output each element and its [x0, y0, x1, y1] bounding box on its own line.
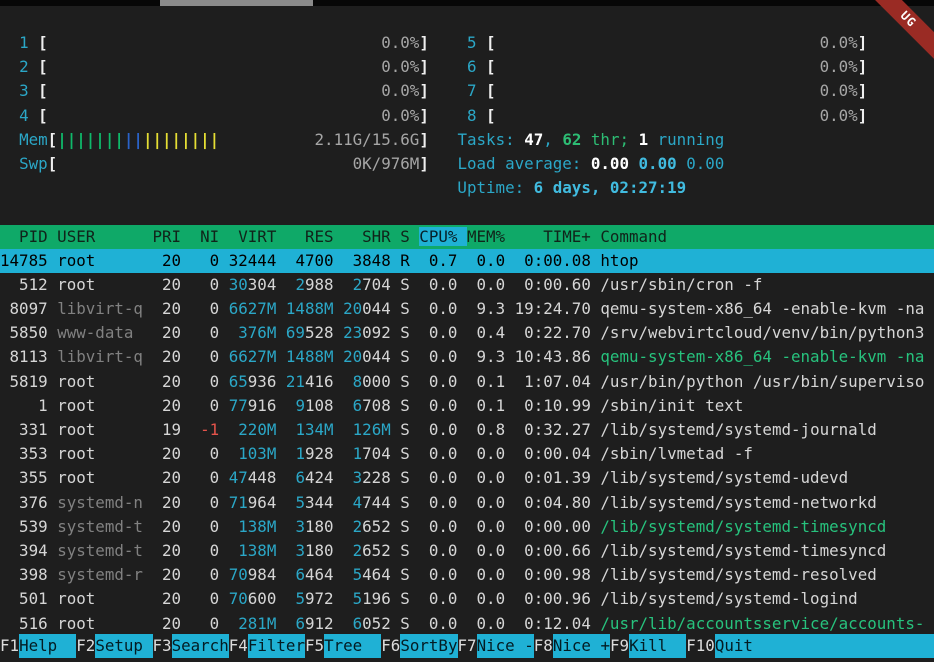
terminal-content: 1 [ 0.0%] 5 [ 0.0%] 2 [ 0.0%] 6 [ 0.0%] … — [0, 31, 934, 636]
fkey-key: F1 — [0, 634, 19, 658]
process-row[interactable]: 331 root 19 -1 220M 134M 126M S 0.0 0.8 … — [0, 418, 934, 442]
fkey-key: F9 — [610, 634, 629, 658]
uptime-row: Uptime: 6 days, 02:27:19 — [0, 176, 934, 200]
process-table-header[interactable]: PID USER PRI NI VIRT RES SHR S CPU% MEM%… — [0, 225, 934, 249]
sort-column-cpu[interactable]: CPU% — [419, 227, 467, 246]
fkey-f2[interactable]: F2Setup — [76, 634, 152, 658]
fkey-f4[interactable]: F4Filter — [229, 634, 305, 658]
fkey-f1[interactable]: F1Help — [0, 634, 76, 658]
process-row[interactable]: 1 root 20 0 77916 9108 6708 S 0.0 0.1 0:… — [0, 394, 934, 418]
fkey-label: Quit — [715, 634, 934, 658]
process-row[interactable]: 355 root 20 0 47448 6424 3228 S 0.0 0.0 … — [0, 466, 934, 490]
fkey-label: Filter — [248, 634, 305, 658]
fkey-label: SortBy — [400, 634, 457, 658]
fkey-f9[interactable]: F9Kill — [610, 634, 686, 658]
terminal-tab-remnant — [160, 0, 313, 6]
fkey-f5[interactable]: F5Tree — [305, 634, 381, 658]
cpu-meter-row-3: 3 [ 0.0%] 7 [ 0.0%] — [0, 79, 934, 103]
process-table: 14785 root 20 0 32444 4700 3848 R 0.7 0.… — [0, 249, 934, 636]
meter-area: 1 [ 0.0%] 5 [ 0.0%] 2 [ 0.0%] 6 [ 0.0%] … — [0, 31, 934, 200]
fkey-key: F3 — [153, 634, 172, 658]
process-row[interactable]: 516 root 20 0 281M 6912 6052 S 0.0 0.0 0… — [0, 612, 934, 636]
fkey-key: F7 — [458, 634, 477, 658]
fkey-label: Kill — [629, 634, 686, 658]
fkey-key: F8 — [534, 634, 553, 658]
process-row[interactable]: 501 root 20 0 70600 5972 5196 S 0.0 0.0 … — [0, 587, 934, 611]
window-top-strip — [0, 0, 934, 6]
fkey-f6[interactable]: F6SortBy — [381, 634, 457, 658]
fkey-label: Nice - — [477, 634, 534, 658]
fkey-f8[interactable]: F8Nice + — [534, 634, 610, 658]
process-row[interactable]: 512 root 20 0 30304 2988 2704 S 0.0 0.0 … — [0, 273, 934, 297]
cpu-meter-row-4: 4 [ 0.0%] 8 [ 0.0%] — [0, 104, 934, 128]
fkey-key: F2 — [76, 634, 95, 658]
fkey-f10[interactable]: F10Quit — [686, 634, 934, 658]
process-row[interactable]: 353 root 20 0 103M 1928 1704 S 0.0 0.0 0… — [0, 442, 934, 466]
fkey-key: F10 — [686, 634, 715, 658]
process-row[interactable]: 539 systemd-t 20 0 138M 3180 2652 S 0.0 … — [0, 515, 934, 539]
process-row[interactable]: 8097 libvirt-q 20 0 6627M 1488M 20044 S … — [0, 297, 934, 321]
blank-line — [0, 200, 934, 224]
cpu-meter-row-2: 2 [ 0.0%] 6 [ 0.0%] — [0, 55, 934, 79]
process-row[interactable]: 8113 libvirt-q 20 0 6627M 1488M 20044 S … — [0, 345, 934, 369]
fkey-f3[interactable]: F3Search — [153, 634, 229, 658]
swp-meter-load-row: Swp[ 0K/976M] Load average: 0.00 0.00 0.… — [0, 152, 934, 176]
fkey-label: Nice + — [553, 634, 610, 658]
process-row-selected[interactable]: 14785 root 20 0 32444 4700 3848 R 0.7 0.… — [0, 249, 934, 273]
process-row[interactable]: 394 systemd-t 20 0 138M 3180 2652 S 0.0 … — [0, 539, 934, 563]
process-row[interactable]: 5819 root 20 0 65936 21416 8000 S 0.0 0.… — [0, 370, 934, 394]
process-row[interactable]: 376 systemd-n 20 0 71964 5344 4744 S 0.0… — [0, 491, 934, 515]
fkey-label: Tree — [324, 634, 381, 658]
function-key-bar: F1Help F2Setup F3SearchF4FilterF5Tree F6… — [0, 634, 934, 658]
fkey-f7[interactable]: F7Nice - — [458, 634, 534, 658]
fkey-label: Setup — [95, 634, 152, 658]
process-row[interactable]: 398 systemd-r 20 0 70984 6464 5464 S 0.0… — [0, 563, 934, 587]
fkey-key: F4 — [229, 634, 248, 658]
fkey-label: Help — [19, 634, 76, 658]
mem-meter-tasks-row: Mem[||||||||||||||||| 2.11G/15.6G] Tasks… — [0, 128, 934, 152]
cpu-meter-row-1: 1 [ 0.0%] 5 [ 0.0%] — [0, 31, 934, 55]
process-row[interactable]: 5850 www-data 20 0 376M 69528 23092 S 0.… — [0, 321, 934, 345]
htop-terminal-screen: 1 [ 0.0%] 5 [ 0.0%] 2 [ 0.0%] 6 [ 0.0%] … — [0, 0, 934, 662]
fkey-label: Search — [172, 634, 229, 658]
fkey-key: F5 — [305, 634, 324, 658]
fkey-key: F6 — [381, 634, 400, 658]
